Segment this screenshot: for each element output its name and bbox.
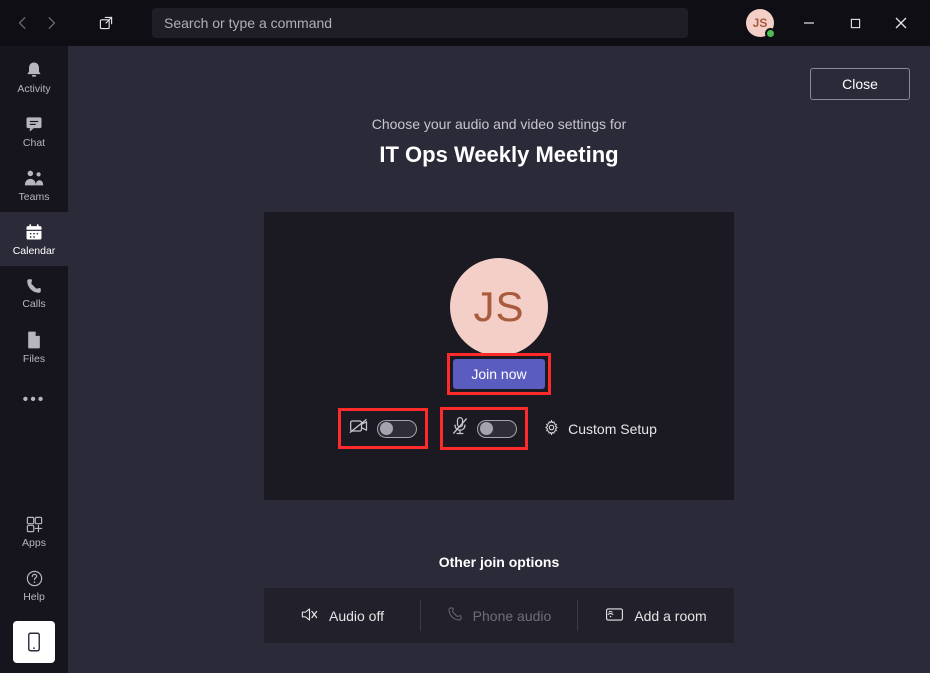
mic-control bbox=[451, 416, 517, 441]
titlebar: Search or type a command JS bbox=[0, 0, 930, 46]
maximize-button[interactable] bbox=[832, 0, 878, 46]
sidebar-item-activity[interactable]: Activity bbox=[0, 50, 68, 104]
bell-icon bbox=[24, 60, 44, 80]
close-icon bbox=[895, 17, 907, 29]
sidebar-item-files[interactable]: Files bbox=[0, 320, 68, 374]
audio-off-label: Audio off bbox=[329, 608, 384, 624]
preview-avatar: JS bbox=[450, 258, 548, 356]
gear-icon bbox=[543, 419, 560, 439]
sidebar-mobile-button[interactable] bbox=[13, 621, 55, 663]
join-now-button[interactable]: Join now bbox=[453, 359, 545, 389]
sidebar-item-label: Calendar bbox=[13, 245, 56, 257]
video-preview-panel: JS Join now bbox=[264, 212, 734, 500]
chevron-left-icon bbox=[16, 16, 30, 30]
app-window: Search or type a command JS Activity bbox=[0, 0, 930, 673]
sidebar-item-label: Help bbox=[23, 591, 45, 603]
body-row: Activity Chat Teams Calendar Calls bbox=[0, 46, 930, 673]
sidebar-item-label: Chat bbox=[23, 137, 45, 149]
calendar-icon bbox=[24, 222, 44, 242]
custom-setup-button[interactable]: Custom Setup bbox=[543, 419, 657, 439]
room-icon bbox=[605, 607, 624, 625]
chevron-right-icon bbox=[44, 16, 58, 30]
sidebar-item-label: Activity bbox=[17, 83, 50, 95]
preview-avatar-initials: JS bbox=[473, 283, 524, 331]
phone-icon bbox=[447, 606, 463, 625]
sidebar-item-label: Apps bbox=[22, 537, 46, 549]
close-button-label: Close bbox=[842, 76, 878, 92]
sidebar: Activity Chat Teams Calendar Calls bbox=[0, 46, 68, 673]
sidebar-item-label: Files bbox=[23, 353, 45, 365]
presence-available-icon bbox=[765, 28, 776, 39]
phone-audio-button: Phone audio bbox=[421, 588, 577, 643]
avatar-initials: JS bbox=[753, 16, 768, 30]
apps-icon bbox=[25, 515, 44, 534]
sidebar-item-label: Teams bbox=[19, 191, 50, 203]
sidebar-item-chat[interactable]: Chat bbox=[0, 104, 68, 158]
phone-audio-label: Phone audio bbox=[473, 608, 552, 624]
sidebar-item-more[interactable]: ••• bbox=[0, 374, 68, 428]
highlight-join: Join now bbox=[450, 356, 548, 392]
search-input[interactable]: Search or type a command bbox=[152, 8, 688, 38]
teams-icon bbox=[23, 168, 45, 188]
speaker-off-icon bbox=[300, 606, 319, 626]
profile-avatar[interactable]: JS bbox=[746, 9, 774, 37]
camera-control bbox=[349, 417, 417, 440]
sidebar-item-calls[interactable]: Calls bbox=[0, 266, 68, 320]
sidebar-item-label: Calls bbox=[22, 298, 45, 310]
main-content: Close Choose your audio and video settin… bbox=[68, 46, 930, 673]
highlight-camera bbox=[341, 411, 425, 446]
maximize-icon bbox=[850, 18, 861, 29]
nav-forward-button[interactable] bbox=[38, 8, 64, 38]
close-window-button[interactable] bbox=[878, 0, 924, 46]
device-controls-row: Custom Setup bbox=[341, 410, 657, 447]
highlight-mic bbox=[443, 410, 525, 447]
sidebar-item-help[interactable]: Help bbox=[0, 559, 68, 613]
nav-back-button[interactable] bbox=[10, 8, 36, 38]
sidebar-item-calendar[interactable]: Calendar bbox=[0, 212, 68, 266]
meeting-title: IT Ops Weekly Meeting bbox=[379, 142, 618, 168]
audio-off-button[interactable]: Audio off bbox=[264, 588, 420, 643]
custom-setup-label: Custom Setup bbox=[568, 421, 657, 437]
mic-toggle[interactable] bbox=[477, 420, 517, 438]
camera-toggle[interactable] bbox=[377, 420, 417, 438]
add-room-button[interactable]: Add a room bbox=[578, 588, 734, 643]
sidebar-item-teams[interactable]: Teams bbox=[0, 158, 68, 212]
search-placeholder: Search or type a command bbox=[164, 15, 332, 31]
sidebar-item-apps[interactable]: Apps bbox=[0, 505, 68, 559]
close-button[interactable]: Close bbox=[810, 68, 910, 100]
other-options-heading: Other join options bbox=[439, 554, 560, 570]
help-icon bbox=[25, 569, 44, 588]
minimize-button[interactable] bbox=[786, 0, 832, 46]
popout-icon bbox=[98, 15, 114, 31]
window-controls bbox=[786, 0, 924, 46]
camera-off-icon bbox=[349, 417, 369, 440]
settings-preamble: Choose your audio and video settings for bbox=[372, 116, 627, 132]
phone-icon bbox=[25, 277, 43, 295]
nav-arrows bbox=[10, 8, 64, 38]
other-join-options: Audio off Phone audio Add a room bbox=[264, 588, 734, 643]
file-icon bbox=[25, 330, 43, 350]
mic-off-icon bbox=[451, 416, 469, 441]
mobile-icon bbox=[27, 631, 41, 653]
join-now-label: Join now bbox=[471, 366, 526, 382]
minimize-icon bbox=[803, 17, 815, 29]
more-icon: ••• bbox=[23, 393, 46, 409]
chat-icon bbox=[24, 114, 44, 134]
new-window-button[interactable] bbox=[90, 7, 122, 39]
add-room-label: Add a room bbox=[634, 608, 706, 624]
